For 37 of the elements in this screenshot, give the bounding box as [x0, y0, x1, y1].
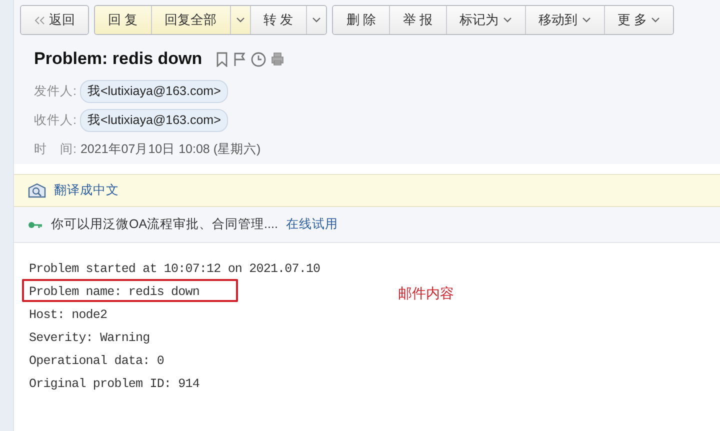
flag-icon[interactable] — [233, 52, 246, 66]
caret-icon — [236, 17, 245, 23]
bookmark-icon[interactable] — [216, 52, 228, 66]
field-label: 收件人: — [34, 112, 76, 129]
body-line: Severity: Warning — [28, 330, 151, 347]
back-button[interactable]: 返回 — [21, 6, 88, 34]
contact-chip[interactable]: 我<lutixiaya@163.com> — [80, 80, 228, 103]
field-label: 时 间: — [34, 141, 76, 158]
caret-icon — [502, 17, 512, 23]
contact-chip[interactable]: 我<lutixiaya@163.com> — [80, 109, 228, 132]
menu-button[interactable]: 移动到 — [524, 6, 604, 34]
caret-icon — [312, 17, 322, 23]
body-line: Problem started at 10:07:12 on 2021.07.10 — [28, 261, 322, 278]
key-icon — [28, 220, 43, 228]
field-value: 2021年07月10日 10:08 (星期六) — [80, 141, 261, 158]
menu-button[interactable]: 标记为 — [446, 6, 524, 34]
toolbar-button[interactable]: 转 发 — [250, 6, 306, 34]
double-chevron-icon — [34, 16, 45, 24]
clock-icon[interactable] — [251, 52, 266, 66]
field-label: 发件人: — [34, 83, 76, 100]
toolbar-button[interactable]: 回复全部 — [150, 6, 230, 34]
menu-button[interactable]: 更 多 — [604, 6, 674, 34]
translate-link[interactable]: 翻译成中文 — [54, 182, 119, 199]
body-line: Original problem ID: 914 — [28, 376, 200, 393]
trial-link[interactable]: 在线试用 — [286, 216, 338, 233]
body-line: Host: node2 — [28, 307, 108, 324]
promo-text: 你可以用泛微OA流程审批、合同管理.... — [51, 216, 278, 233]
printer-icon[interactable] — [271, 52, 284, 66]
translate-icon[interactable] — [28, 183, 46, 198]
body-line: Operational data: 0 — [28, 353, 165, 370]
caret-icon — [582, 17, 590, 23]
email-subject: Problem: redis down — [34, 49, 202, 69]
annotation-label: 邮件内容 — [398, 285, 454, 303]
caret-icon — [651, 17, 660, 23]
toolbar-button[interactable]: 删 除 — [333, 6, 389, 34]
toolbar-button[interactable]: 回 复 — [95, 6, 151, 34]
toolbar-button[interactable]: 举 报 — [388, 6, 446, 34]
